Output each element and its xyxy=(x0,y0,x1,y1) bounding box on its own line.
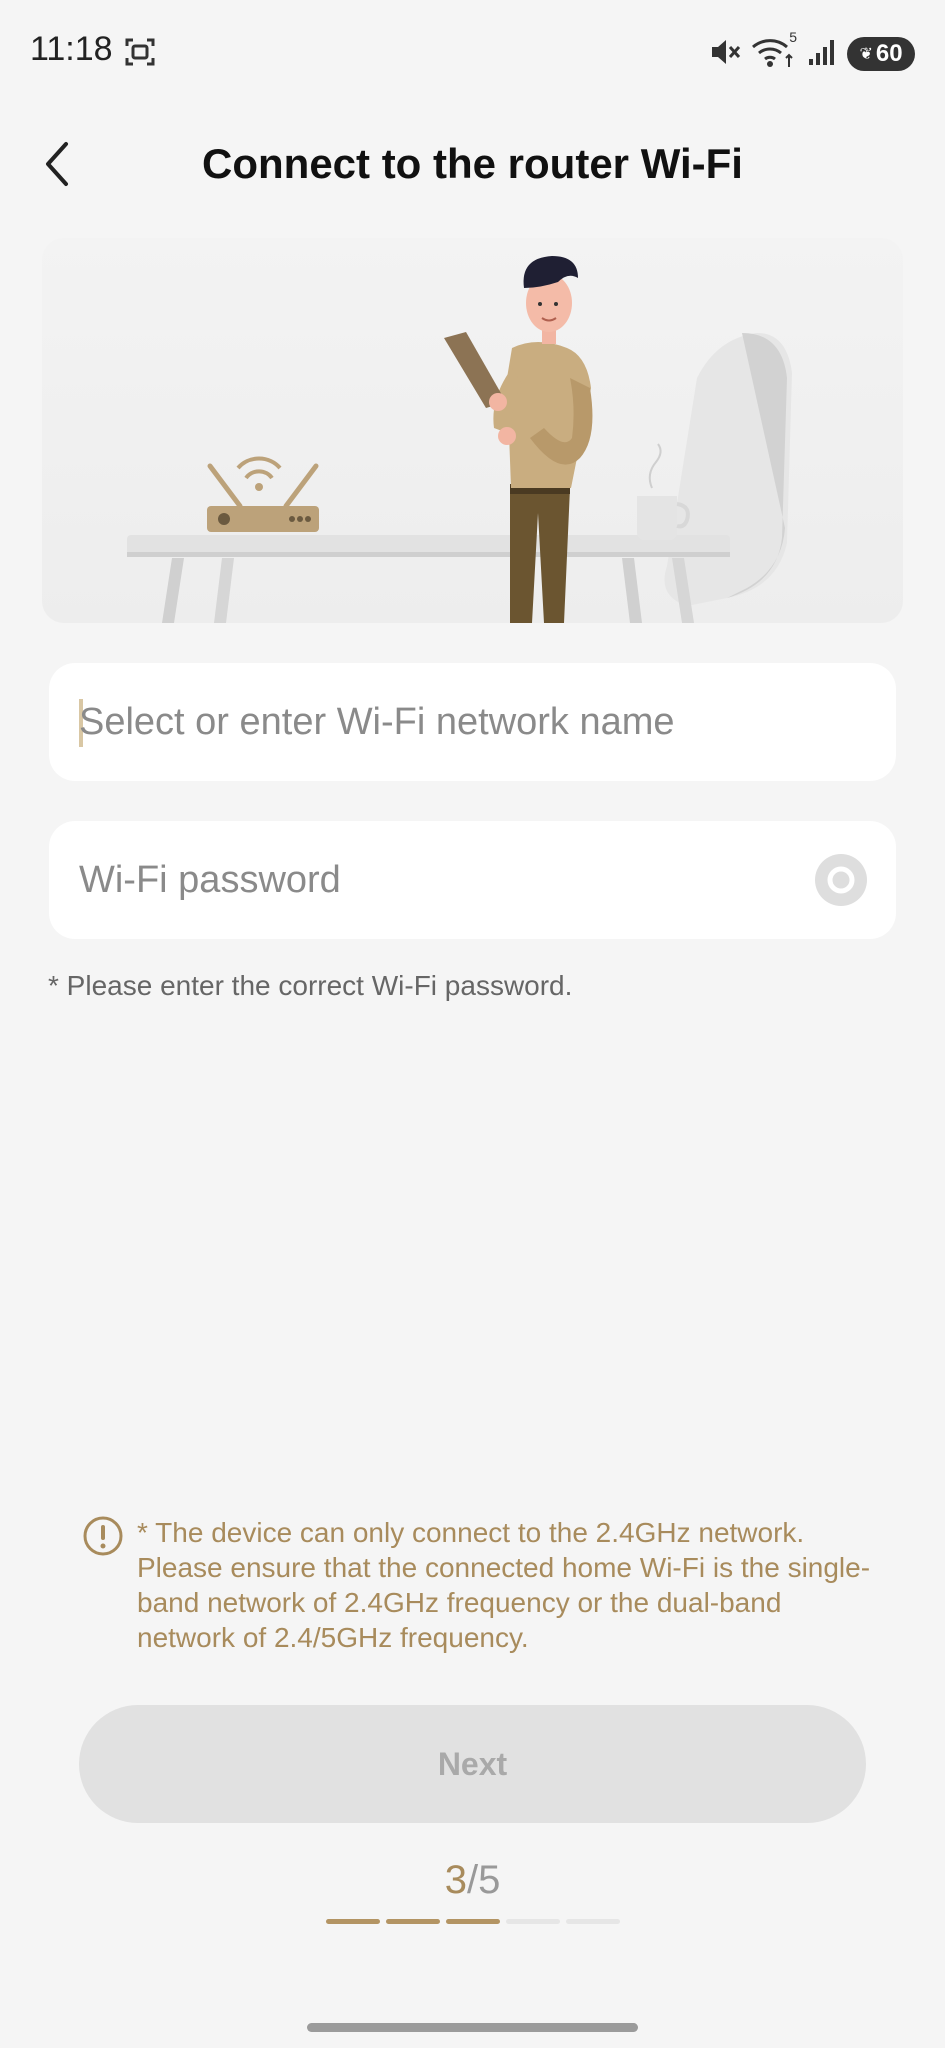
step-indicator: 3/5 xyxy=(0,1858,945,1903)
wifi-name-input[interactable] xyxy=(79,663,839,781)
password-hint: * Please enter the correct Wi-Fi passwor… xyxy=(48,970,573,1001)
current-step: 3 xyxy=(444,1858,467,1902)
eye-icon[interactable] xyxy=(814,853,868,907)
step-progress-bar xyxy=(326,1919,620,1924)
status-bar: 11:18 5 ❦ 60 xyxy=(0,0,945,110)
battery-level: 60 xyxy=(875,40,903,67)
wifi-badge: 5 xyxy=(789,28,797,45)
next-button[interactable]: Next xyxy=(79,1705,866,1823)
wifi-password-input[interactable] xyxy=(79,821,839,939)
status-time: 11:18 xyxy=(30,30,113,68)
progress-segment xyxy=(506,1919,560,1924)
progress-segment xyxy=(566,1919,620,1924)
screen-record-icon xyxy=(124,36,156,68)
progress-segment xyxy=(446,1919,500,1924)
exclamation-circle-icon xyxy=(82,1515,124,1557)
battery-icon: ❦ 60 xyxy=(847,37,915,71)
total-steps: 5 xyxy=(478,1858,501,1902)
header: Connect to the router Wi-Fi xyxy=(0,120,945,210)
leaf-icon: ❦ xyxy=(859,46,873,63)
step-separator: / xyxy=(466,1858,479,1902)
wifi-icon: 5 xyxy=(751,29,797,74)
progress-segment xyxy=(326,1919,380,1924)
notice-text: * The device can only connect to the 2.4… xyxy=(137,1517,871,1653)
wifi-name-field[interactable] xyxy=(49,663,896,781)
progress-segment xyxy=(386,1919,440,1924)
wifi-password-field[interactable] xyxy=(49,821,896,939)
home-indicator[interactable] xyxy=(307,2023,638,2032)
signal-icon xyxy=(807,37,837,72)
page-title: Connect to the router Wi-Fi xyxy=(202,140,743,187)
status-icons: 5 ❦ 60 xyxy=(707,29,915,74)
mute-icon xyxy=(707,35,741,74)
router-illustration xyxy=(42,238,903,623)
